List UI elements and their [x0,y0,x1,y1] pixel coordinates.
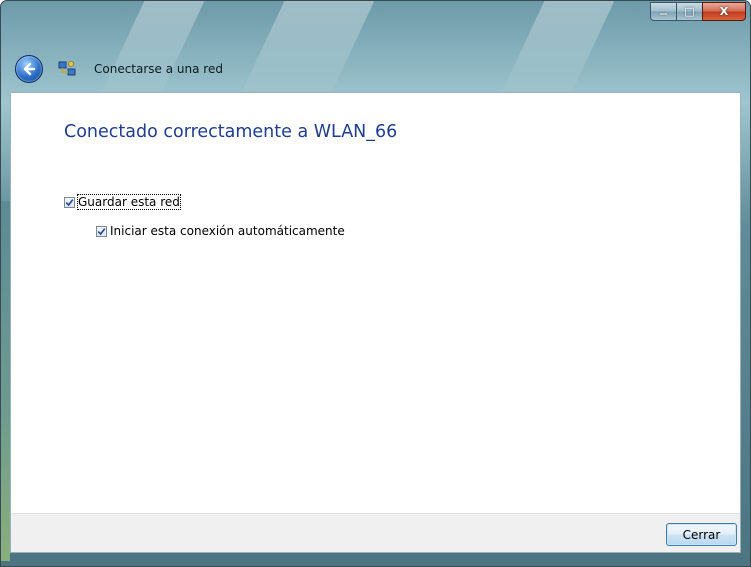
dialog-window: — □ X Conectarse a una red Conectado cor… [0,0,751,567]
dialog-footer: Cerrar [11,513,740,552]
dialog-content: Conectado correctamente a WLAN_66 Guarda… [10,92,741,553]
auto-connect-option[interactable]: Iniciar esta conexión automáticamente [96,224,345,238]
close-window-button[interactable]: X [702,2,746,21]
back-button[interactable] [15,55,43,83]
save-network-checkbox[interactable] [64,196,75,208]
back-arrow-icon [23,62,36,76]
checkmark-icon [65,198,74,206]
page-title: Conectado correctamente a WLAN_66 [64,122,398,142]
save-network-label[interactable]: Guardar esta red [77,194,181,210]
minimize-button[interactable]: — [650,2,676,21]
navigation-row: Conectarse a una red [15,55,223,83]
maximize-button[interactable]: □ [676,2,702,21]
close-button[interactable]: Cerrar [666,523,737,546]
auto-connect-label[interactable]: Iniciar esta conexión automáticamente [110,224,345,238]
title-bar[interactable]: — □ X Conectarse a una red [1,1,750,93]
maximize-icon: □ [684,5,695,18]
network-connection-icon [57,59,77,79]
caption-buttons: — □ X [650,2,746,21]
frame-edge [1,201,10,561]
checkmark-icon [97,227,106,235]
close-icon: X [719,5,729,18]
window-title: Conectarse a una red [94,62,223,76]
minimize-icon: — [659,9,668,18]
auto-connect-checkbox[interactable] [96,225,107,237]
save-network-option[interactable]: Guardar esta red [64,194,181,210]
